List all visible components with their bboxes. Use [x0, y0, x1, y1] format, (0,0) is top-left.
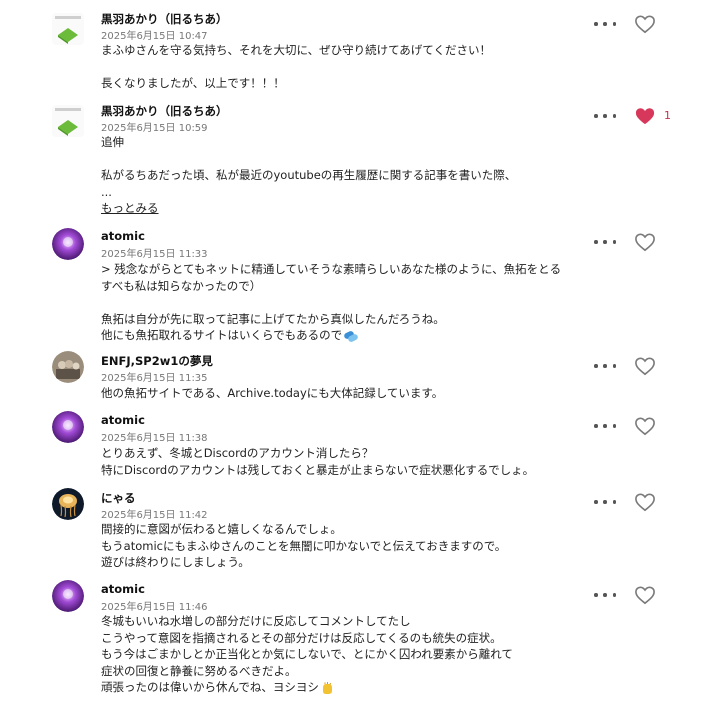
heart-outline-icon[interactable]: [634, 232, 656, 252]
comment-body: 間接的に意図が伝わると嬉しくなるんでしょ。 もうatomicにもまふゆさんのこと…: [101, 521, 506, 571]
comment-line: もう今はごまかしとか正当化とか気にしないで、とにかく囚われ要素から離れて: [101, 647, 513, 661]
avatar[interactable]: [52, 105, 84, 137]
comment-body: まふゆさんを守る気持ち、それを大切に、ぜひ守り続けてあげてください！ 長くなりま…: [101, 42, 491, 92]
heart-outline-icon[interactable]: [634, 585, 656, 605]
heart-outline-icon[interactable]: [634, 492, 656, 512]
comment-line: 冬城もいいね水増しの部分だけに反応してコメントしてたし: [101, 614, 411, 628]
comment-body: > 残念ながらとてもネットに精通していそうな素晴らしいあなた様のように、魚拓をと…: [101, 261, 561, 344]
show-more-link[interactable]: もっとみる: [101, 201, 159, 215]
comment-author[interactable]: 黒羽あかり（旧るちあ）: [101, 103, 228, 119]
avatar[interactable]: [52, 580, 84, 612]
comment-line: > 残念ながらとてもネットに精通していそうな素晴らしいあなた様のように、魚拓をと…: [101, 262, 562, 276]
pill-emoji-icon: [344, 330, 358, 342]
more-options-icon[interactable]: [594, 495, 616, 509]
comment-line: 追伸: [101, 135, 124, 149]
heart-filled-icon[interactable]: [634, 106, 656, 126]
comment-body: 追伸 私がるちあだった頃、私が最近のyoutubeの再生履歴に関する記事を書いた…: [101, 134, 516, 217]
comment-body: 冬城もいいね水増しの部分だけに反応してコメントしてたし こうやって意図を指摘され…: [101, 613, 513, 696]
comment-line: 他の魚拓サイトである、Archive.todayにも大体記録しています。: [101, 386, 444, 400]
avatar[interactable]: [52, 13, 84, 45]
comment-body: とりあえず、冬城とDiscordのアカウント消したら？ 特にDiscordのアカ…: [101, 445, 534, 478]
comment-line: 間接的に意図が伝わると嬉しくなるんでしょ。: [101, 522, 342, 536]
heart-outline-icon[interactable]: [634, 416, 656, 436]
comment-date: 2025年6月15日 11:46: [101, 602, 208, 613]
purple-avatar-icon: [52, 580, 84, 612]
comment-author[interactable]: atomic: [101, 413, 145, 427]
comment-date: 2025年6月15日 11:35: [101, 373, 208, 384]
more-options-icon[interactable]: [594, 235, 616, 249]
comment-line: 長くなりましたが、以上です！！！: [101, 76, 285, 90]
comment-line: 頑張ったのは偉いから休んでね、ヨシヨシ: [101, 680, 319, 694]
comment-line: こうやって意図を指摘されるとその部分だけは反応してくるのも統失の症状。: [101, 630, 502, 645]
comment-author[interactable]: atomic: [101, 229, 145, 243]
comment-line: すべも私は知らなかったので）: [101, 278, 262, 293]
comment-author[interactable]: ENFJ,SP2w1の夢見: [101, 353, 213, 369]
comment-line: 特にDiscordのアカウントは残しておくと暴走が止まらないで症状悪化するでしょ…: [101, 462, 535, 477]
more-options-icon[interactable]: [594, 109, 616, 123]
comment-author[interactable]: atomic: [101, 582, 145, 596]
comment-list: 黒羽あかり（旧るちあ） 2025年6月15日 10:47 まふゆさんを守る気持ち…: [0, 0, 702, 702]
more-options-icon[interactable]: [594, 359, 616, 373]
comment-date: 2025年6月15日 10:59: [101, 123, 208, 134]
comment-date: 2025年6月15日 11:33: [101, 249, 208, 260]
comment-date: 2025年6月15日 11:38: [101, 433, 208, 444]
heart-outline-icon[interactable]: [634, 14, 656, 34]
more-options-icon[interactable]: [594, 419, 616, 433]
more-options-icon[interactable]: [594, 588, 616, 602]
comment-line: とりあえず、冬城とDiscordのアカウント消したら？: [101, 446, 374, 460]
jellyfish-avatar-icon: [52, 488, 84, 520]
comment-line: まふゆさんを守る気持ち、それを大切に、ぜひ守り続けてあげてください！: [101, 43, 491, 57]
avatar[interactable]: [52, 411, 84, 443]
like-count: 1: [664, 109, 671, 122]
photo-avatar-icon: [52, 351, 84, 383]
comment-author[interactable]: にゃる: [101, 490, 136, 506]
comment-line: 魚拓は自分が先に取って記事に上げてたから真似したんだろうね。: [101, 311, 445, 326]
comment-body: 他の魚拓サイトである、Archive.todayにも大体記録しています。: [101, 385, 443, 402]
avatar[interactable]: [52, 488, 84, 520]
comment-date: 2025年6月15日 10:47: [101, 31, 208, 42]
purple-avatar-icon: [52, 411, 84, 443]
more-options-icon[interactable]: [594, 17, 616, 31]
clapping-hand-emoji-icon: [322, 681, 332, 694]
purple-avatar-icon: [52, 228, 84, 260]
comment-line: ...: [101, 184, 112, 199]
comment-line: もうatomicにもまふゆさんのことを無闇に叩かないでと伝えておきますので。: [101, 538, 507, 553]
heart-outline-icon[interactable]: [634, 356, 656, 376]
comment-line: 他にも魚拓取れるサイトはいくらでもあるので: [101, 328, 343, 342]
comment-date: 2025年6月15日 11:42: [101, 510, 208, 521]
comment-author[interactable]: 黒羽あかり（旧るちあ）: [101, 11, 228, 27]
logo-avatar-icon: [52, 13, 84, 45]
logo-avatar-icon: [52, 105, 84, 137]
comment-line: 症状の回復と静養に努めるべきだよ。: [101, 663, 297, 678]
avatar[interactable]: [52, 228, 84, 260]
avatar[interactable]: [52, 351, 84, 383]
comment-line: 私がるちあだった頃、私が最近のyoutubeの再生履歴に関する記事を書いた際、: [101, 168, 517, 182]
comment-line: 遊びは終わりにしましょう。: [101, 555, 250, 569]
